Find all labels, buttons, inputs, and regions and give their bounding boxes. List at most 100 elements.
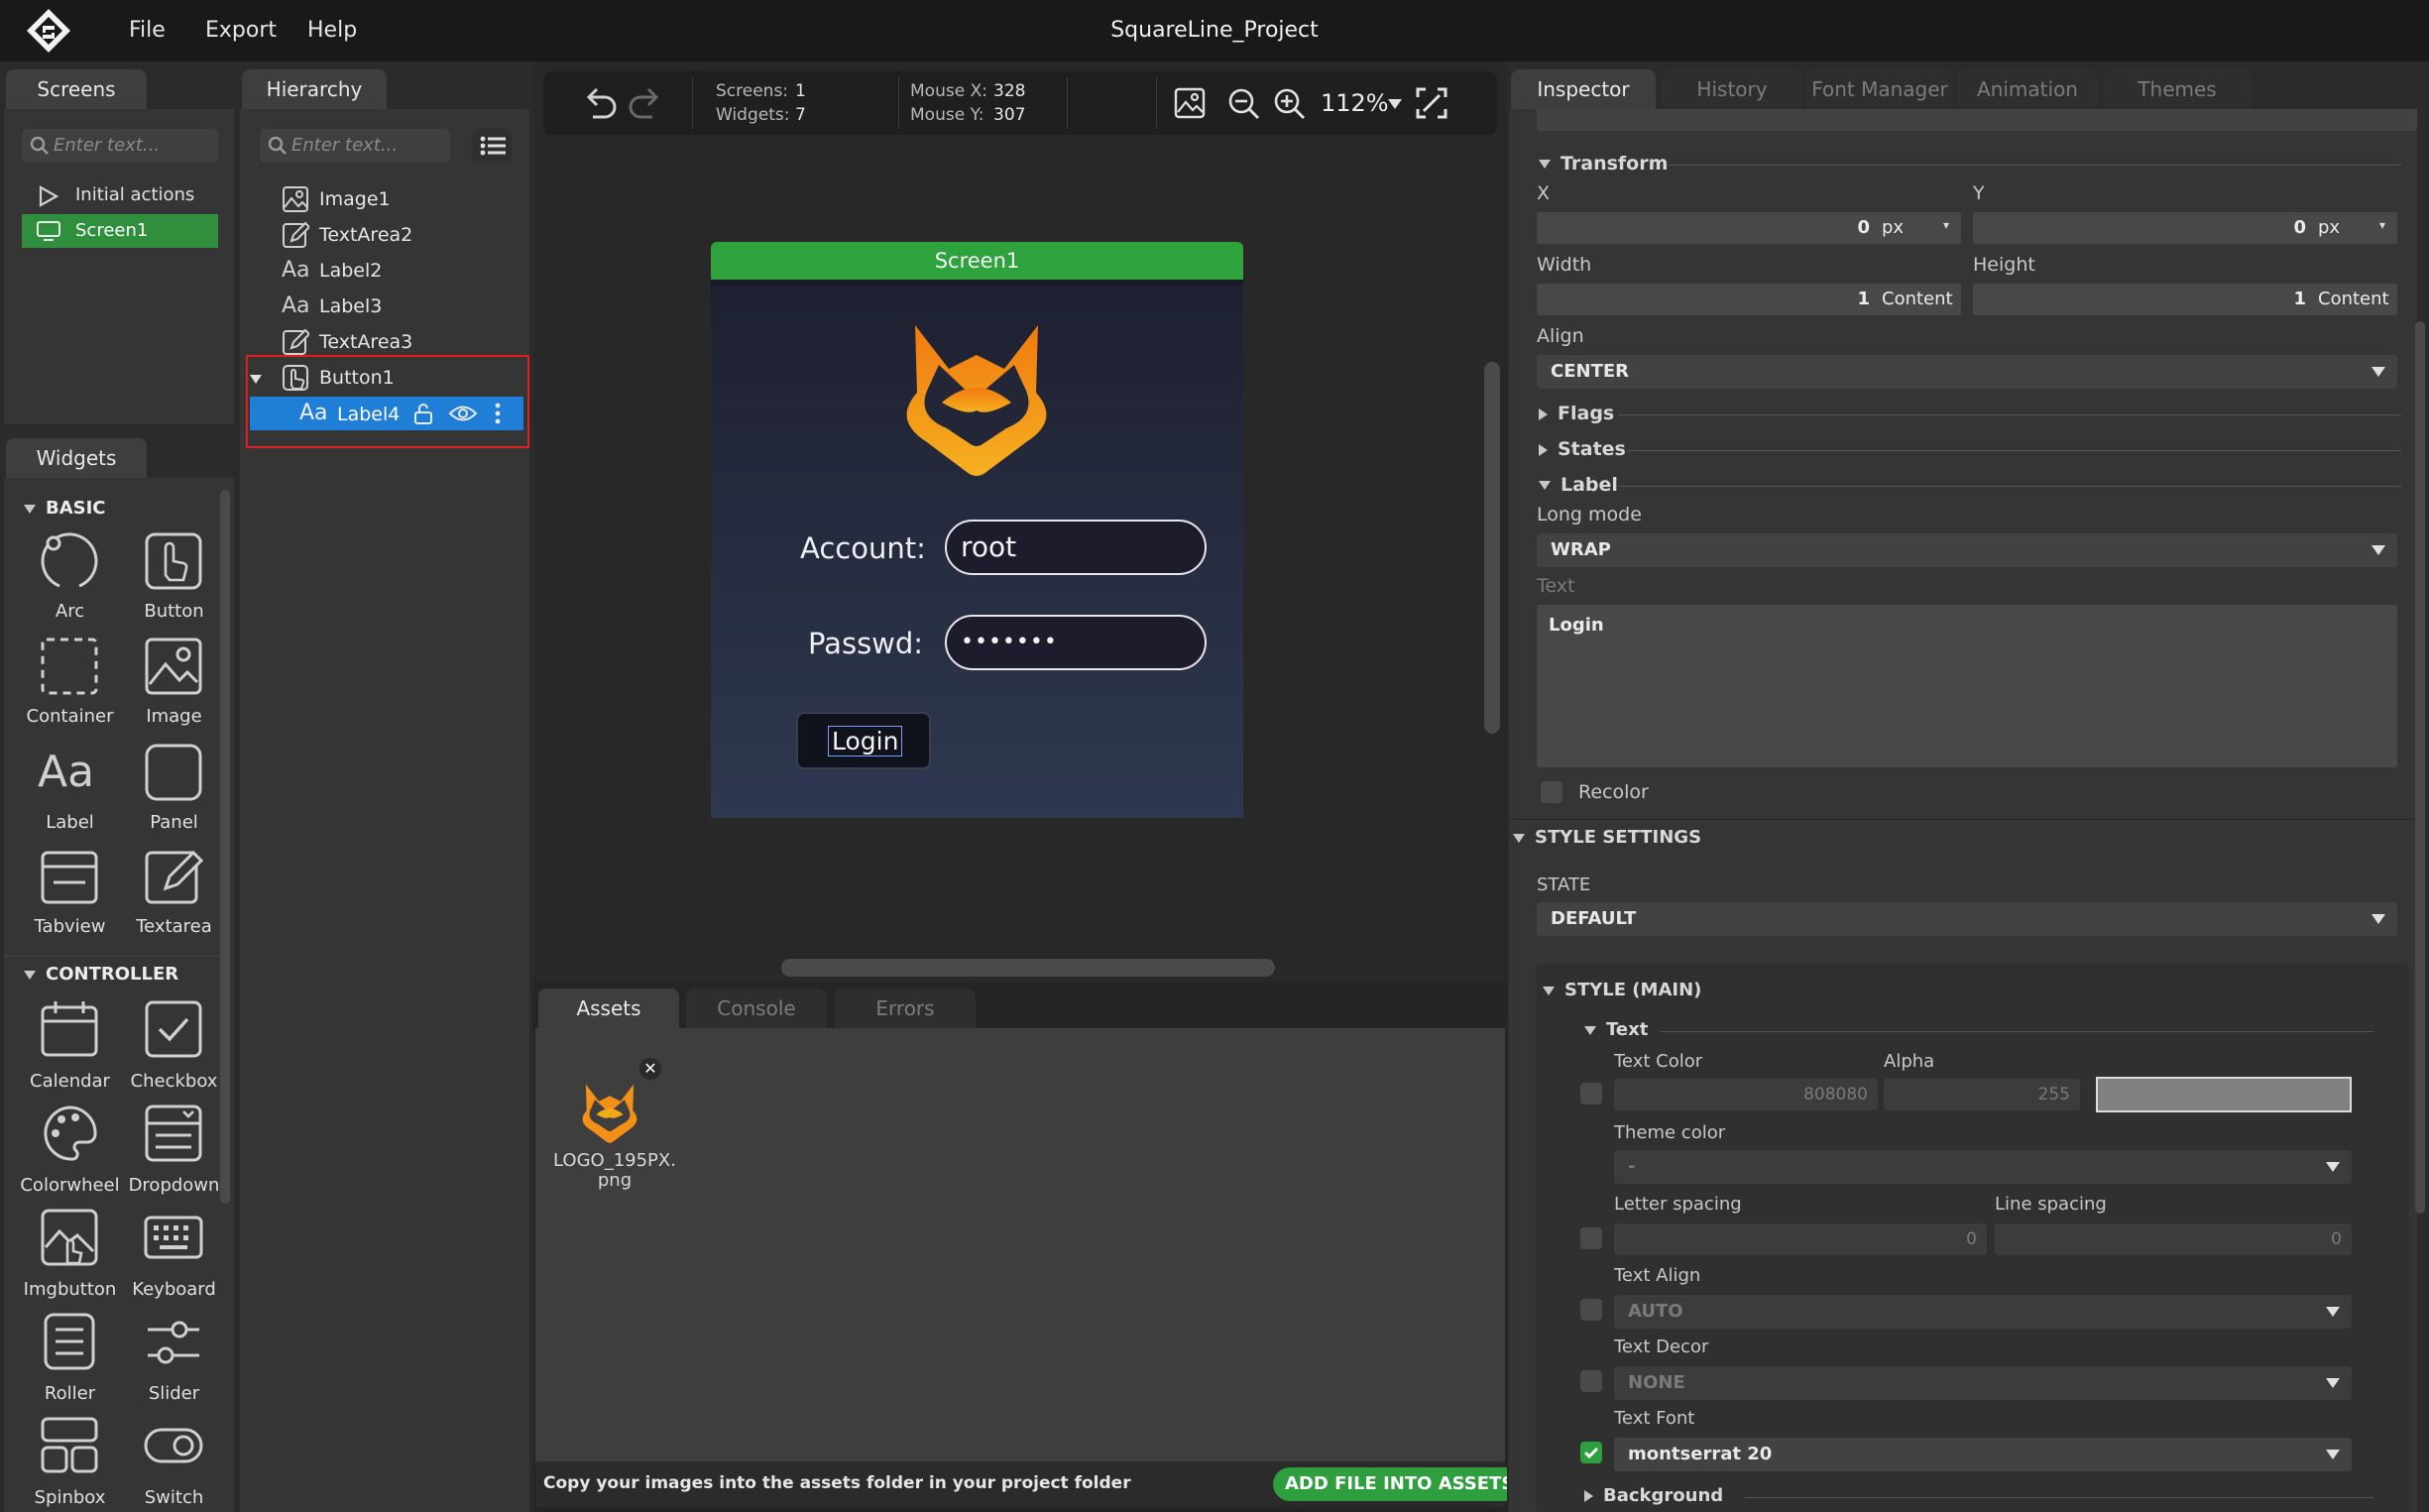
x-field[interactable]: 0 px ▾	[1537, 212, 1961, 244]
label-text-area[interactable]: Login	[1537, 605, 2397, 767]
widget-keyboard[interactable]: Keyboard	[122, 1208, 226, 1312]
controller-section-header[interactable]: CONTROLLER	[24, 964, 178, 985]
expand-triangle-icon[interactable]	[250, 369, 272, 388]
widget-image[interactable]: Image	[122, 637, 226, 741]
long-mode-select[interactable]: WRAP	[1537, 533, 2397, 567]
y-unit-select[interactable]: px	[2318, 217, 2340, 238]
widget-checkbox[interactable]: Checkbox	[122, 999, 226, 1104]
flags-section-header[interactable]: Flags	[1539, 403, 1614, 424]
background-section-header[interactable]: Background	[1584, 1485, 1723, 1506]
tab-widgets[interactable]: Widgets	[6, 438, 147, 478]
fox-logo-image[interactable]	[887, 313, 1066, 482]
account-input[interactable]: root	[945, 520, 1207, 575]
text-color-swatch[interactable]	[2096, 1077, 2352, 1112]
redo-icon[interactable]	[627, 85, 664, 121]
tab-hierarchy[interactable]: Hierarchy	[242, 69, 387, 109]
eye-icon[interactable]	[448, 405, 478, 422]
image-background-icon[interactable]	[1174, 87, 1206, 119]
state-select[interactable]: DEFAULT	[1537, 902, 2397, 936]
unlock-icon[interactable]	[412, 403, 434, 424]
widget-label[interactable]: Aa Label	[18, 741, 122, 845]
tab-history[interactable]: History	[1662, 69, 1802, 109]
widget-textarea[interactable]: Textarea	[122, 845, 226, 949]
canvas-horizontal-scrollbar[interactable]	[781, 959, 1275, 977]
unit-dropdown-icon[interactable]: ▾	[1943, 218, 1949, 232]
tab-inspector[interactable]: Inspector	[1511, 69, 1656, 109]
widget-dropdown[interactable]: Dropdown	[122, 1104, 226, 1208]
text-font-select[interactable]: montserrat 20	[1614, 1438, 2352, 1471]
zoom-dropdown-icon[interactable]	[1388, 99, 1402, 109]
widget-colorwheel[interactable]: Colorwheel	[18, 1104, 122, 1208]
close-icon[interactable]: ✕	[639, 1058, 661, 1080]
line-spacing-field[interactable]: 0	[1995, 1223, 2352, 1255]
passwd-input[interactable]: •••••••	[945, 615, 1207, 670]
preview-screen[interactable]: Account: root Passwd: ••••••• Login	[711, 280, 1243, 818]
style-main-header[interactable]: STYLE (MAIN)	[1543, 980, 1701, 1000]
height-field[interactable]: 1 Content	[1973, 284, 2397, 315]
widget-button[interactable]: Button	[122, 531, 226, 636]
transform-section-header[interactable]: Transform	[1539, 153, 1668, 174]
screens-item-initial-actions[interactable]: Initial actions	[22, 178, 218, 212]
add-file-into-assets-button[interactable]: ADD FILE INTO ASSETS	[1273, 1467, 1527, 1501]
widget-panel[interactable]: Panel	[122, 741, 226, 845]
widget-roller[interactable]: Roller	[18, 1312, 122, 1416]
more-vertical-icon[interactable]	[494, 403, 502, 424]
widget-switch[interactable]: Switch	[122, 1416, 226, 1512]
text-color-field[interactable]: 808080	[1614, 1079, 1878, 1110]
label-section-header[interactable]: Label	[1539, 474, 1618, 496]
width-unit-select[interactable]: Content	[1882, 289, 1953, 309]
hierarchy-item-label4[interactable]: Aa Label4	[250, 397, 523, 430]
align-select[interactable]: CENTER	[1537, 355, 2397, 389]
x-unit-select[interactable]: px	[1882, 217, 1904, 238]
list-view-button[interactable]	[472, 129, 512, 163]
tab-animation[interactable]: Animation	[1957, 69, 2098, 109]
letter-spacing-checkbox[interactable]	[1580, 1227, 1602, 1249]
widget-slider[interactable]: Slider	[122, 1312, 226, 1416]
preview-screen-title[interactable]: Screen1	[711, 242, 1243, 280]
text-style-section-header[interactable]: Text	[1584, 1019, 1648, 1040]
login-button[interactable]: Login	[796, 712, 931, 769]
tab-themes[interactable]: Themes	[2104, 69, 2251, 109]
widget-arc[interactable]: Arc	[18, 531, 122, 636]
screens-search-input[interactable]: Enter text...	[22, 129, 218, 163]
widget-spinbox[interactable]: Spinbox	[18, 1416, 122, 1512]
y-label: Y	[1973, 182, 1985, 204]
zoom-level[interactable]: 112%	[1321, 89, 1389, 117]
fit-screen-icon[interactable]	[1414, 85, 1449, 121]
screens-item-screen1[interactable]: Screen1	[22, 214, 218, 248]
text-align-checkbox[interactable]	[1580, 1299, 1602, 1321]
widget-container[interactable]: Container	[18, 637, 122, 741]
widget-tabview[interactable]: Tabview	[18, 845, 122, 949]
basic-section-header[interactable]: BASIC	[24, 498, 106, 519]
text-align-select[interactable]: AUTO	[1614, 1295, 2352, 1329]
states-section-header[interactable]: States	[1539, 438, 1626, 460]
width-field[interactable]: 1 Content	[1537, 284, 1961, 315]
undo-icon[interactable]	[581, 85, 619, 121]
unit-dropdown-icon[interactable]: ▾	[2379, 218, 2385, 232]
alpha-field[interactable]: 255	[1884, 1079, 2080, 1110]
zoom-in-icon[interactable]	[1273, 87, 1307, 121]
text-decor-select[interactable]: NONE	[1614, 1366, 2352, 1400]
theme-color-select[interactable]: -	[1614, 1150, 2352, 1184]
letter-spacing-field[interactable]: 0	[1614, 1223, 1987, 1255]
height-unit-select[interactable]: Content	[2318, 289, 2389, 309]
widget-imgbutton[interactable]: Imgbutton	[18, 1208, 122, 1312]
inspector-scrollbar[interactable]	[2415, 321, 2425, 1214]
tab-font-manager[interactable]: Font Manager	[1806, 69, 1953, 109]
hierarchy-search-input[interactable]: Enter text...	[260, 129, 450, 163]
y-field[interactable]: 0 px ▾	[1973, 212, 2397, 244]
text-decor-checkbox[interactable]	[1580, 1370, 1602, 1392]
login-button-label[interactable]: Login	[828, 726, 903, 756]
text-color-checkbox[interactable]	[1580, 1083, 1602, 1105]
text-font-checkbox[interactable]	[1580, 1442, 1602, 1463]
style-settings-header[interactable]: STYLE SETTINGS	[1513, 827, 1701, 848]
asset-logo-thumbnail[interactable]: ✕	[555, 1058, 661, 1157]
recolor-checkbox[interactable]	[1541, 781, 1562, 803]
tab-assets[interactable]: Assets	[538, 989, 679, 1028]
tab-console[interactable]: Console	[686, 989, 827, 1028]
tab-errors[interactable]: Errors	[835, 989, 976, 1028]
canvas-vertical-scrollbar[interactable]	[1484, 362, 1500, 734]
zoom-out-icon[interactable]	[1227, 87, 1261, 121]
widget-calendar[interactable]: Calendar	[18, 999, 122, 1104]
tab-screens[interactable]: Screens	[6, 69, 147, 109]
